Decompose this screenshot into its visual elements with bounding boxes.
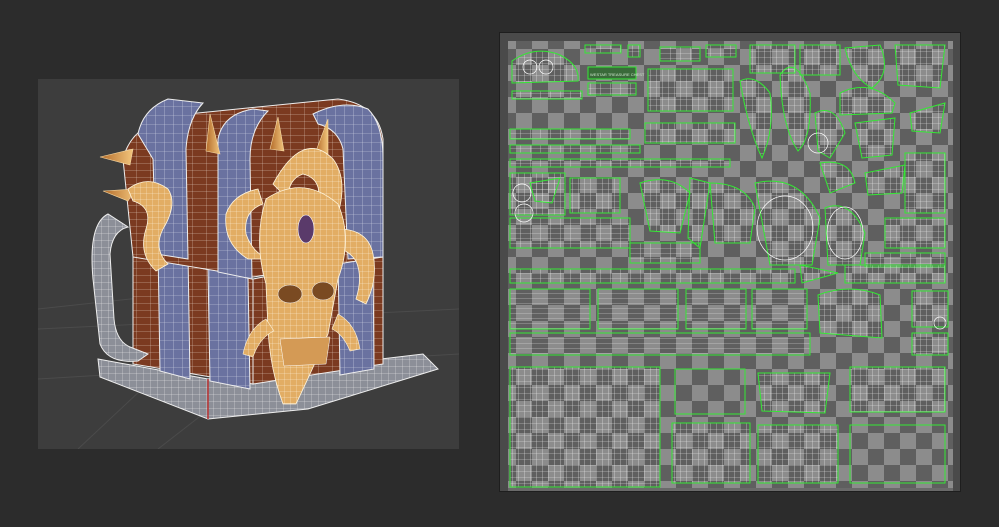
uv-editor-canvas[interactable]: WESTAR TREASURE CHEST bbox=[500, 33, 960, 491]
uv-stamp-label: WESTAR TREASURE CHEST bbox=[590, 72, 645, 77]
3d-viewport[interactable] bbox=[38, 79, 459, 449]
chest-wireframe-render bbox=[38, 98, 459, 449]
uv-layout: WESTAR TREASURE CHEST bbox=[500, 33, 960, 491]
